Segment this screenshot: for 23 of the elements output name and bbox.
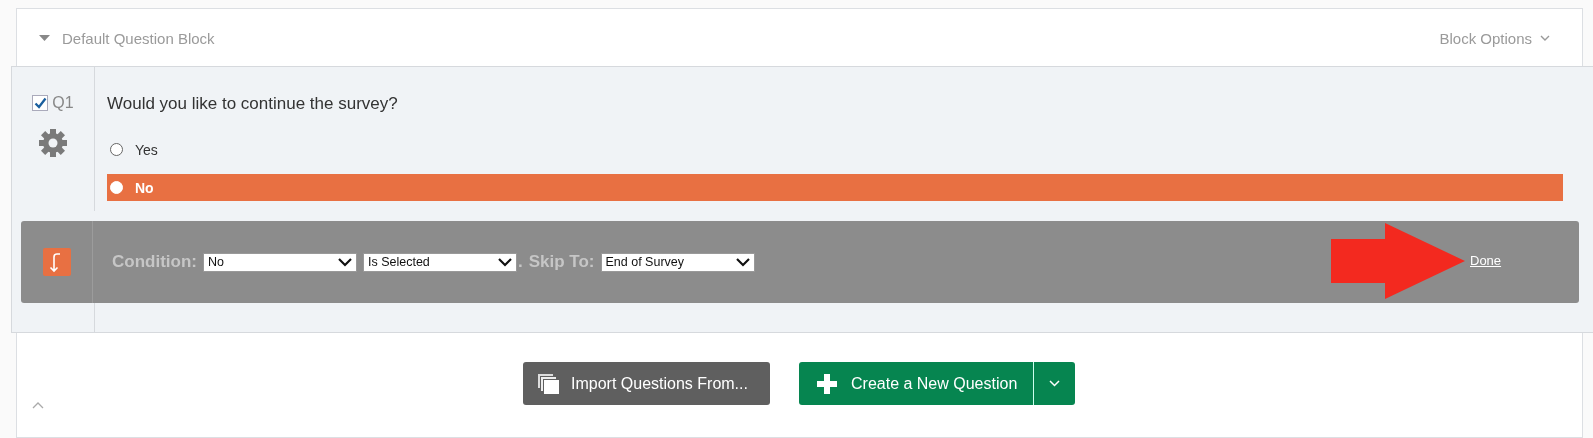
caret-down-icon[interactable]: [39, 34, 50, 42]
condition-label: Condition:: [112, 252, 197, 272]
chevron-down-icon: [337, 257, 352, 267]
plus-icon: [817, 373, 837, 394]
chevron-down-icon: [497, 257, 512, 267]
separator-text: .: [517, 252, 523, 272]
import-questions-button[interactable]: Import Questions From...: [523, 362, 770, 405]
question-text: Would you like to continue the survey?: [107, 94, 399, 114]
answer-choice[interactable]: Yes: [107, 136, 1563, 163]
chevron-down-icon: [1049, 380, 1061, 387]
block-title: Default Question Block: [62, 29, 215, 47]
chevron-up-icon[interactable]: [32, 401, 44, 409]
checkbox[interactable]: [32, 95, 49, 111]
skip-to-label: Skip To:: [528, 252, 595, 272]
chevron-down-icon: [1540, 34, 1550, 42]
settings-icon[interactable]: [38, 128, 68, 158]
dropdown[interactable]: End of Survey: [600, 252, 755, 272]
question-number: Q1: [52, 94, 74, 112]
dropdown[interactable]: No: [202, 252, 357, 272]
chevron-down-icon: [735, 257, 750, 267]
dropdown[interactable]: Is Selected: [362, 252, 517, 272]
copy-icon: [537, 372, 561, 395]
done-link[interactable]: Done: [1470, 253, 1502, 268]
